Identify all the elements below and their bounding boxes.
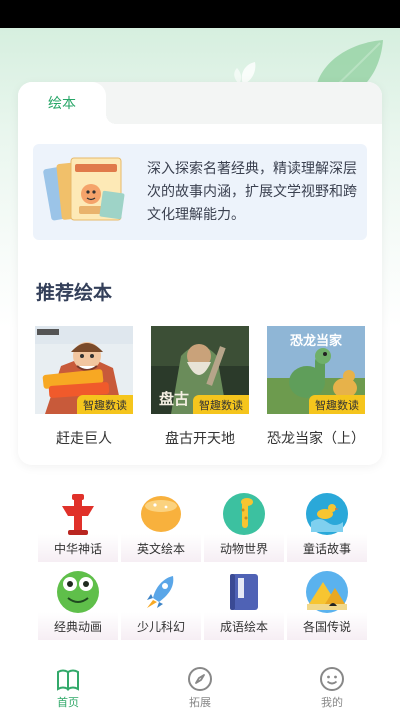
category-classic-animation[interactable]: 经典动画 bbox=[38, 570, 118, 640]
red-pillar-icon bbox=[62, 494, 94, 535]
frog-icon bbox=[57, 571, 99, 613]
category-idiom-books[interactable]: 成语绘本 bbox=[204, 570, 284, 640]
category-fairy-tales[interactable]: 童话故事 bbox=[287, 492, 367, 562]
home-book-icon bbox=[57, 669, 79, 691]
cover-title-text: 盘古 bbox=[159, 390, 190, 408]
category-label: 动物世界 bbox=[219, 542, 268, 556]
status-bar bbox=[0, 0, 400, 28]
book-cover: 盘古 智趣数读 bbox=[151, 326, 249, 414]
book-badge: 智趣数读 bbox=[193, 395, 249, 414]
category-label: 英文绘本 bbox=[136, 542, 185, 556]
pyramid-icon bbox=[306, 571, 348, 613]
intro-text: 深入探索名著经典，精读理解深层次的故事内涵，扩展文学视野和跨文化理解能力。 bbox=[147, 161, 357, 223]
category-animal-world[interactable]: 动物世界 bbox=[204, 492, 284, 562]
book-card[interactable]: 盘古 智趣数读 盘古开天地 bbox=[151, 326, 249, 448]
book-title: 恐龙当家（上） bbox=[267, 431, 365, 447]
book-badge: 智趣数读 bbox=[77, 395, 133, 414]
category-label: 少儿科幻 bbox=[136, 620, 185, 634]
nav-home[interactable]: 首页 bbox=[38, 666, 98, 710]
intro-banner: 深入探索名著经典，精读理解深层次的故事内涵，扩展文学视野和跨文化理解能力。 bbox=[33, 144, 367, 240]
book-cover: 智趣数读 bbox=[35, 326, 133, 414]
compass-icon bbox=[188, 667, 212, 691]
category-kids-scifi[interactable]: 少儿科幻 bbox=[121, 570, 201, 640]
category-english-books[interactable]: 英文绘本 bbox=[121, 492, 201, 562]
category-world-legends[interactable]: 各国传说 bbox=[287, 570, 367, 640]
category-label: 经典动画 bbox=[53, 620, 102, 634]
category-label: 中华神话 bbox=[53, 542, 102, 556]
nav-profile[interactable]: 我的 bbox=[302, 666, 362, 710]
category-label: 成语绘本 bbox=[219, 620, 268, 634]
rocket-icon bbox=[147, 576, 174, 608]
books-illustration-icon bbox=[43, 157, 125, 221]
book-title: 赶走巨人 bbox=[56, 431, 112, 447]
book-card[interactable]: 恐龙当家 智趣数读 恐龙当家（上） bbox=[267, 326, 365, 448]
duck-waves-icon bbox=[306, 493, 348, 535]
nav-explore[interactable]: 拓展 bbox=[170, 666, 230, 710]
tab-picture-books[interactable]: 绘本 bbox=[18, 82, 116, 124]
nav-label: 我的 bbox=[321, 696, 343, 709]
leaf-sprout-icon bbox=[234, 62, 256, 84]
book-badge: 智趣数读 bbox=[309, 395, 365, 414]
cover-title-text: 恐龙当家 bbox=[289, 334, 342, 349]
nav-label: 首页 bbox=[57, 696, 79, 709]
orange-bowl-icon bbox=[141, 496, 181, 532]
category-label: 各国传说 bbox=[302, 620, 351, 634]
bottom-nav: 首页 拓展 我的 bbox=[0, 654, 400, 712]
picture-book-card: 绘本 深入探索名著经典，精读理解深层次的故事内涵，扩展文学视野和跨文化理解能力。… bbox=[18, 82, 382, 465]
book-cover: 恐龙当家 智趣数读 bbox=[267, 326, 365, 414]
book-icon bbox=[230, 574, 258, 610]
category-chinese-myths[interactable]: 中华神话 bbox=[38, 492, 118, 562]
book-title: 盘古开天地 bbox=[165, 431, 235, 447]
nav-label: 拓展 bbox=[189, 696, 211, 709]
book-card[interactable]: 智趣数读 赶走巨人 bbox=[35, 326, 133, 448]
smiley-icon bbox=[320, 667, 344, 691]
section-title: 推荐绘本 bbox=[36, 282, 113, 304]
giraffe-icon bbox=[223, 493, 265, 535]
category-label: 童话故事 bbox=[302, 542, 351, 556]
